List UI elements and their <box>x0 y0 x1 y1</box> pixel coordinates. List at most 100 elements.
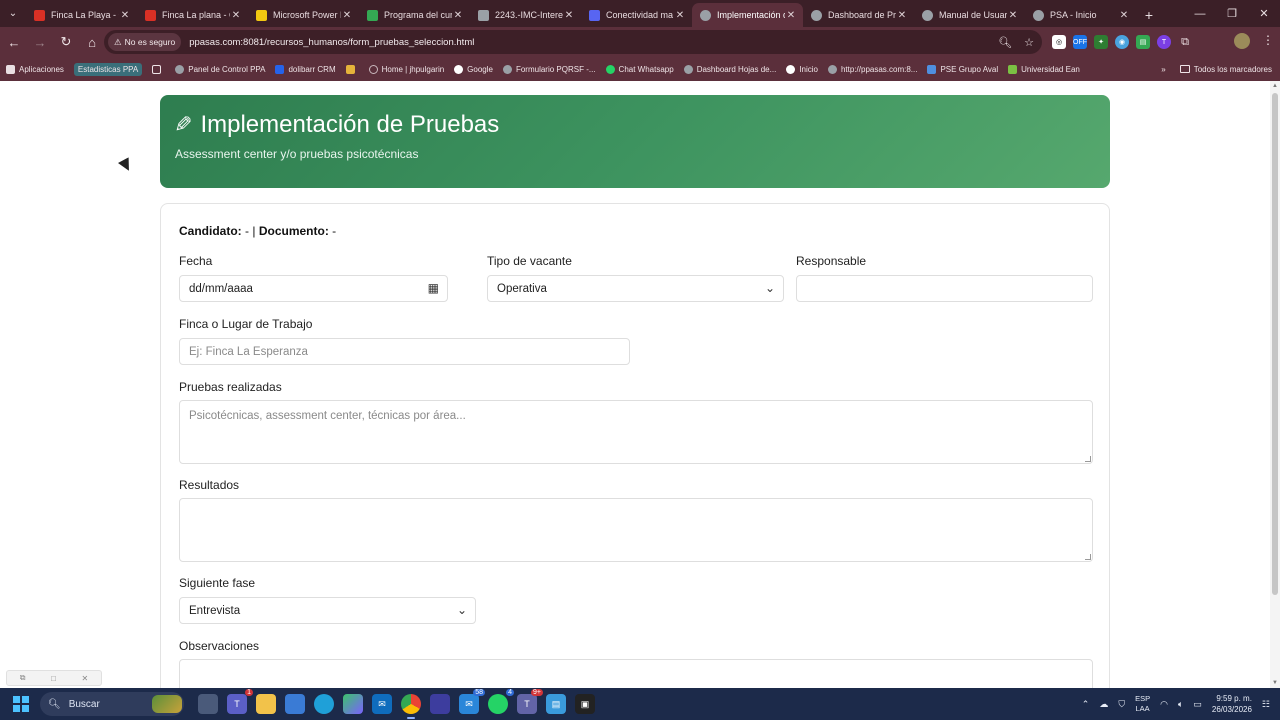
bookmark-grid[interactable] <box>152 64 165 74</box>
bookmark-chip[interactable]: Estadisticas PPA <box>73 62 143 76</box>
tab-active[interactable]: Implementación d ✕ <box>692 3 803 27</box>
fecha-date-input[interactable]: dd/mm/aaaa ▦ <box>179 275 448 302</box>
bookmark[interactable]: Home | jhpulgarin <box>368 64 444 74</box>
reload-icon[interactable]: ↻ <box>54 30 78 54</box>
close-tab-icon[interactable]: ✕ <box>785 10 797 21</box>
tab[interactable]: Conectividad ma ✕ <box>581 3 692 27</box>
bookmarks-overflow-icon[interactable]: » <box>1161 65 1165 74</box>
calendar-icon[interactable]: ▦ <box>428 281 439 295</box>
close-tab-icon[interactable]: ✕ <box>341 10 353 21</box>
tab-search-chevron-icon[interactable]: ⌄ <box>0 0 26 27</box>
bookmark[interactable]: Chat Whatsapp <box>605 64 674 74</box>
extensions-puzzle-icon[interactable]: ⧉ <box>1178 35 1192 49</box>
tab[interactable]: Microsoft Power B ✕ <box>248 3 359 27</box>
bookmark[interactable]: dolibarr CRM <box>275 64 336 74</box>
windows-start-icon[interactable] <box>13 696 29 712</box>
close-icon[interactable]: ✕ <box>82 674 89 683</box>
teams-icon[interactable]: T1 <box>227 689 253 714</box>
store-icon[interactable] <box>285 694 305 714</box>
vs-icon[interactable] <box>430 694 450 714</box>
edge-icon[interactable] <box>314 694 334 714</box>
bookmark[interactable]: Panel de Control PPA <box>175 64 265 74</box>
app-icon[interactable]: ▣ <box>575 694 595 714</box>
extension-icon[interactable]: ✦ <box>1094 35 1108 49</box>
notepad-icon[interactable]: ▤ <box>546 694 566 714</box>
tab[interactable]: Manual de Usuari ✕ <box>914 3 1025 27</box>
teams-work-icon[interactable]: T 9+ <box>517 689 543 714</box>
wifi-icon[interactable]: ◠ <box>1160 699 1168 710</box>
copilot-icon[interactable] <box>343 694 363 714</box>
mail-icon[interactable]: ✉ 58 <box>459 689 485 714</box>
bookmark-star-icon[interactable]: ☆ <box>1024 36 1034 49</box>
back-arrow-icon[interactable]: ← <box>2 30 26 54</box>
bookmark-apps[interactable]: Aplicaciones <box>6 64 64 74</box>
close-tab-icon[interactable]: ✕ <box>230 10 242 21</box>
address-bar[interactable]: ⚠ No es seguro ppasas.com:8081/recursos_… <box>104 30 1042 54</box>
finca-input[interactable]: Ej: Finca La Esperanza <box>179 338 630 365</box>
bookmark[interactable]: Google <box>454 64 493 74</box>
close-tab-icon[interactable]: ✕ <box>1118 10 1130 21</box>
url-text[interactable]: ppasas.com:8081/recursos_humanos/form_pr… <box>189 37 474 48</box>
notifications-icon[interactable]: ☷ <box>1262 699 1270 710</box>
language-indicator[interactable]: ESP LAA <box>1135 694 1150 714</box>
taskbar-search[interactable]: 🔍︎ Buscar <box>40 692 184 716</box>
scroll-thumb[interactable] <box>1272 93 1278 595</box>
close-tab-icon[interactable]: ✕ <box>563 10 575 21</box>
close-tab-icon[interactable]: ✕ <box>896 10 908 21</box>
close-tab-icon[interactable]: ✕ <box>1007 10 1019 21</box>
bookmark[interactable]: Dashboard Hojas de... <box>683 64 776 74</box>
tab[interactable]: Finca La plana - G ✕ <box>137 3 248 27</box>
resize-handle-icon[interactable] <box>1085 456 1091 462</box>
cloud-icon[interactable]: ☁ <box>1099 699 1108 710</box>
responsable-input[interactable] <box>796 275 1093 302</box>
resultados-textarea[interactable] <box>179 498 1093 562</box>
resize-handle-icon[interactable] <box>1085 554 1091 560</box>
zoom-icon[interactable]: 🔍︎ <box>998 36 1012 49</box>
shield-icon[interactable]: ⛉ <box>1118 699 1125 710</box>
bookmark[interactable]: http://ppasas.com:8... <box>827 64 917 74</box>
siguiente-fase-select[interactable]: Entrevista ⌄ <box>179 597 476 624</box>
battery-icon[interactable]: ▭ <box>1193 699 1202 710</box>
restore-icon[interactable]: ❐ <box>1216 0 1248 27</box>
close-tab-icon[interactable]: ✕ <box>674 10 686 21</box>
profile-avatar[interactable] <box>1234 33 1250 49</box>
outlook-icon[interactable]: ✉ <box>372 694 392 714</box>
close-tab-icon[interactable]: ✕ <box>119 10 131 21</box>
maximize-icon[interactable]: □ <box>51 674 56 683</box>
volume-icon[interactable]: 🔈︎ <box>1178 699 1183 710</box>
forward-arrow-icon[interactable]: → <box>28 30 52 54</box>
menu-kebab-icon[interactable]: ⋮ <box>1262 33 1274 47</box>
close-window-icon[interactable]: ✕ <box>1248 0 1280 27</box>
bookmark[interactable] <box>345 64 359 74</box>
tab[interactable]: 2243.-IMC-Intere ✕ <box>470 3 581 27</box>
bookmark[interactable]: PSE Grupo Aval <box>927 64 998 74</box>
copy-icon[interactable]: ⧉ <box>20 673 26 683</box>
new-tab-button[interactable]: + <box>1136 3 1162 27</box>
extension-icon[interactable]: T <box>1157 35 1171 49</box>
task-view-icon[interactable] <box>198 694 218 714</box>
minimize-icon[interactable]: — <box>1184 0 1216 27</box>
tab[interactable]: PSA - Inicio ✕ <box>1025 3 1136 27</box>
extension-icon[interactable]: ◉ <box>1115 35 1129 49</box>
observaciones-textarea[interactable] <box>179 659 1093 688</box>
page-scrollbar[interactable]: ▲ ▼ <box>1270 81 1280 688</box>
security-chip[interactable]: ⚠ No es seguro <box>108 33 182 51</box>
chrome-icon[interactable] <box>401 694 421 719</box>
pruebas-textarea[interactable]: Psicotécnicas, assessment center, técnic… <box>179 400 1093 464</box>
chevron-up-icon[interactable]: ⌃ <box>1082 699 1090 710</box>
tipo-vacante-select[interactable]: Operativa ⌄ <box>487 275 784 302</box>
clock[interactable]: 9:59 p. m. 26/03/2026 <box>1212 693 1252 715</box>
bookmark[interactable]: Universidad Ean <box>1008 64 1080 74</box>
close-tab-icon[interactable]: ✕ <box>452 10 464 21</box>
extension-icon[interactable]: ◎ <box>1052 35 1066 49</box>
all-bookmarks[interactable]: Todos los marcadores <box>1179 65 1272 74</box>
scroll-down-arrow-icon[interactable]: ▼ <box>1270 680 1280 686</box>
extension-icon[interactable]: ▤ <box>1136 35 1150 49</box>
extension-icon[interactable]: OFF <box>1073 35 1087 49</box>
home-icon[interactable]: ⌂ <box>80 30 104 54</box>
bookmark[interactable]: Inicio <box>786 64 818 74</box>
bookmark[interactable]: Formulario PQRSF -... <box>502 64 596 74</box>
tab[interactable]: Programa del cur ✕ <box>359 3 470 27</box>
file-explorer-icon[interactable] <box>256 694 276 714</box>
whatsapp-icon[interactable]: 4 <box>488 689 514 714</box>
